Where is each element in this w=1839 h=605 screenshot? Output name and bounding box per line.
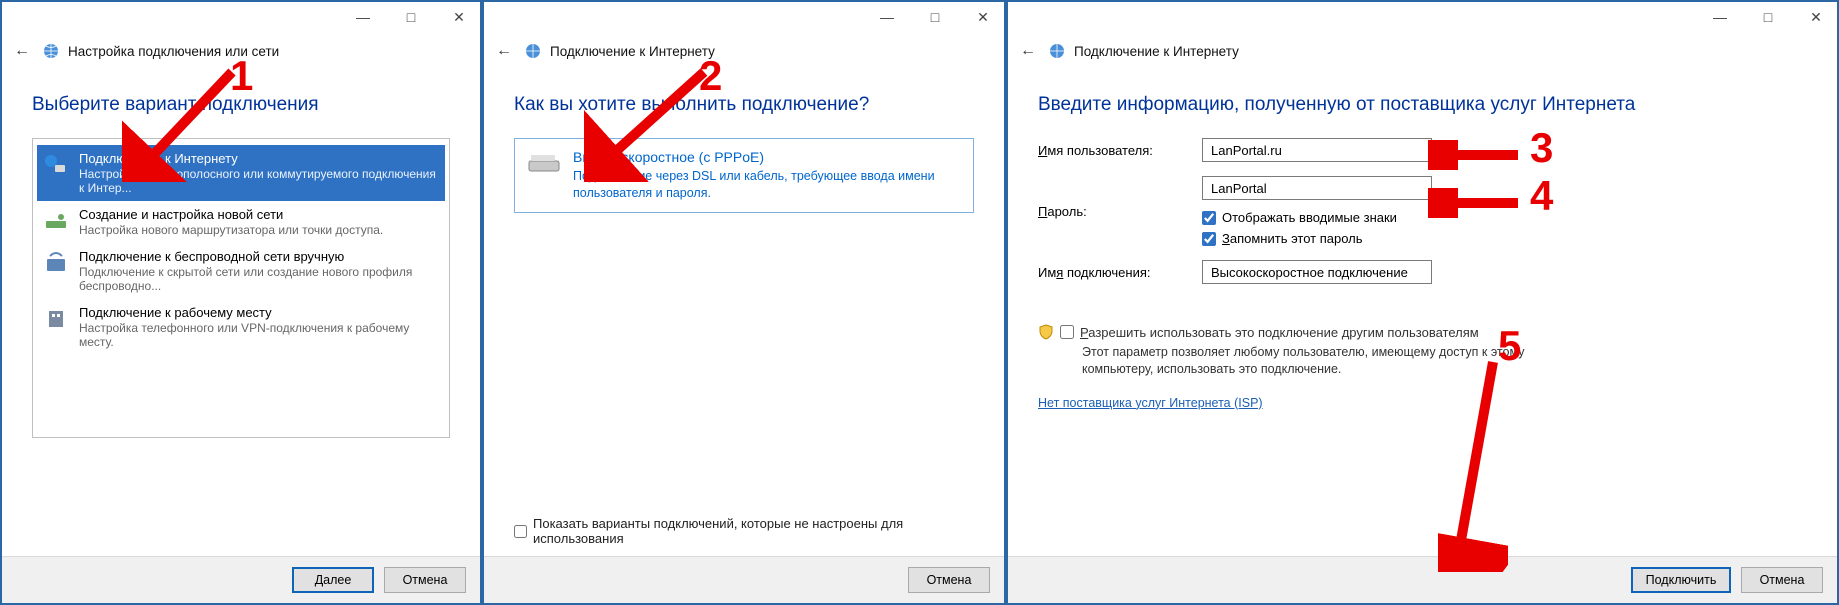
window-connection-type: — □ ✕ ← Подключение к Интернету Как вы х…	[482, 0, 1006, 605]
minimize-button[interactable]: —	[1705, 9, 1735, 25]
page-heading: Введите информацию, полученную от постав…	[1038, 94, 1807, 116]
credentials-form: Имя пользователя: Пароль: Отображать вво…	[1038, 138, 1618, 284]
show-unconfigured-checkbox[interactable]: Показать варианты подключений, которые н…	[514, 516, 974, 546]
button-bar: Отмена	[484, 556, 1004, 603]
router-icon	[43, 207, 69, 233]
option-title: Подключение к беспроводной сети вручную	[79, 249, 439, 264]
button-bar: Далее Отмена	[2, 556, 480, 603]
input-username[interactable]	[1202, 138, 1432, 162]
cancel-button[interactable]: Отмена	[1741, 567, 1823, 593]
option-workplace[interactable]: Подключение к рабочему месту Настройка т…	[37, 299, 445, 355]
page-heading: Выберите вариант подключения	[32, 94, 450, 116]
next-button[interactable]: Далее	[292, 567, 374, 593]
wizard-header: ← Подключение к Интернету	[484, 32, 1004, 66]
wifi-monitor-icon	[43, 249, 69, 275]
window-network-setup: — □ ✕ ← Настройка подключения или сети В…	[0, 0, 482, 605]
wizard-header: ← Подключение к Интернету	[1008, 32, 1837, 66]
wizard-header: ← Настройка подключения или сети	[2, 32, 480, 66]
network-globe-icon	[42, 42, 60, 60]
checkbox-input[interactable]	[514, 525, 527, 538]
close-button[interactable]: ✕	[968, 9, 998, 26]
checkbox-label: Показать варианты подключений, которые н…	[533, 516, 974, 546]
option-setup-network[interactable]: Создание и настройка новой сети Настройк…	[37, 201, 445, 243]
shield-icon	[1038, 324, 1054, 340]
connection-option-list: Подключение к Интернету Настройка широко…	[32, 138, 450, 438]
maximize-button[interactable]: □	[920, 9, 950, 25]
checkbox-label: Отображать вводимые знаки	[1222, 210, 1397, 225]
checkbox-show-chars[interactable]: Отображать вводимые знаки	[1202, 210, 1618, 225]
minimize-button[interactable]: —	[348, 9, 378, 25]
network-globe-icon	[1048, 42, 1066, 60]
page-heading: Как вы хотите выполнить подключение?	[514, 94, 974, 116]
cancel-button[interactable]: Отмена	[384, 567, 466, 593]
wizard-title: Подключение к Интернету	[1074, 44, 1239, 59]
back-arrow-icon[interactable]: ←	[1016, 40, 1040, 62]
checkbox-label: Разрешить использовать это подключение д…	[1080, 325, 1479, 340]
label-username: Имя пользователя:	[1038, 143, 1188, 158]
option-title: Подключение к рабочему месту	[79, 305, 439, 320]
checkbox-input[interactable]	[1060, 325, 1074, 339]
input-connection-name[interactable]	[1202, 260, 1432, 284]
minimize-button[interactable]: —	[872, 9, 902, 25]
network-globe-icon	[524, 42, 542, 60]
pppoe-title: Высокоскоростное (с PPPoE)	[573, 149, 961, 165]
modem-icon	[527, 149, 561, 175]
checkbox-input[interactable]	[1202, 211, 1216, 225]
titlebar: — □ ✕	[1008, 2, 1837, 32]
cancel-button[interactable]: Отмена	[908, 567, 990, 593]
titlebar: — □ ✕	[484, 2, 1004, 32]
option-pppoe[interactable]: Высокоскоростное (с PPPoE) Подключение ч…	[514, 138, 974, 213]
permissions-block: Разрешить использовать это подключение д…	[1038, 324, 1598, 378]
option-desc: Настройка нового маршрутизатора или точк…	[79, 223, 439, 237]
checkbox-label: Запомнить этот пароль	[1222, 231, 1363, 246]
back-arrow-icon[interactable]: ←	[492, 40, 516, 62]
wizard-title: Подключение к Интернету	[550, 44, 715, 59]
content-area: Введите информацию, полученную от постав…	[1008, 66, 1837, 556]
option-desc: Настройка широкополосного или коммутируе…	[79, 167, 439, 195]
titlebar: — □ ✕	[2, 2, 480, 32]
option-wireless-manual[interactable]: Подключение к беспроводной сети вручную …	[37, 243, 445, 299]
option-title: Подключение к Интернету	[79, 151, 439, 166]
permissions-description: Этот параметр позволяет любому пользоват…	[1082, 344, 1598, 378]
wizard-title: Настройка подключения или сети	[68, 44, 279, 59]
back-arrow-icon[interactable]: ←	[10, 40, 34, 62]
label-connection-name: Имя подключения:	[1038, 265, 1188, 280]
option-connect-internet[interactable]: Подключение к Интернету Настройка широко…	[37, 145, 445, 201]
content-area: Как вы хотите выполнить подключение? Выс…	[484, 66, 1004, 556]
label-password: Пароль:	[1038, 204, 1188, 219]
isp-link[interactable]: Нет поставщика услуг Интернета (ISP)	[1038, 396, 1807, 410]
checkbox-remember[interactable]: Запомнить этот пароль	[1202, 231, 1618, 246]
option-desc: Настройка телефонного или VPN-подключени…	[79, 321, 439, 349]
option-desc: Подключение к скрытой сети или создание …	[79, 265, 439, 293]
button-bar: Подключить Отмена	[1008, 556, 1837, 603]
maximize-button[interactable]: □	[396, 9, 426, 25]
checkbox-allow-others[interactable]: Разрешить использовать это подключение д…	[1060, 325, 1479, 340]
close-button[interactable]: ✕	[1801, 9, 1831, 26]
globe-computer-icon	[43, 151, 69, 177]
pppoe-desc: Подключение через DSL или кабель, требую…	[573, 168, 961, 202]
option-title: Создание и настройка новой сети	[79, 207, 439, 222]
content-area: Выберите вариант подключения Подключение…	[2, 66, 480, 556]
window-credentials: — □ ✕ ← Подключение к Интернету Введите …	[1006, 0, 1839, 605]
checkbox-input[interactable]	[1202, 232, 1216, 246]
input-password[interactable]	[1202, 176, 1432, 200]
maximize-button[interactable]: □	[1753, 9, 1783, 25]
building-icon	[43, 305, 69, 331]
close-button[interactable]: ✕	[444, 9, 474, 26]
connect-button[interactable]: Подключить	[1631, 567, 1731, 593]
